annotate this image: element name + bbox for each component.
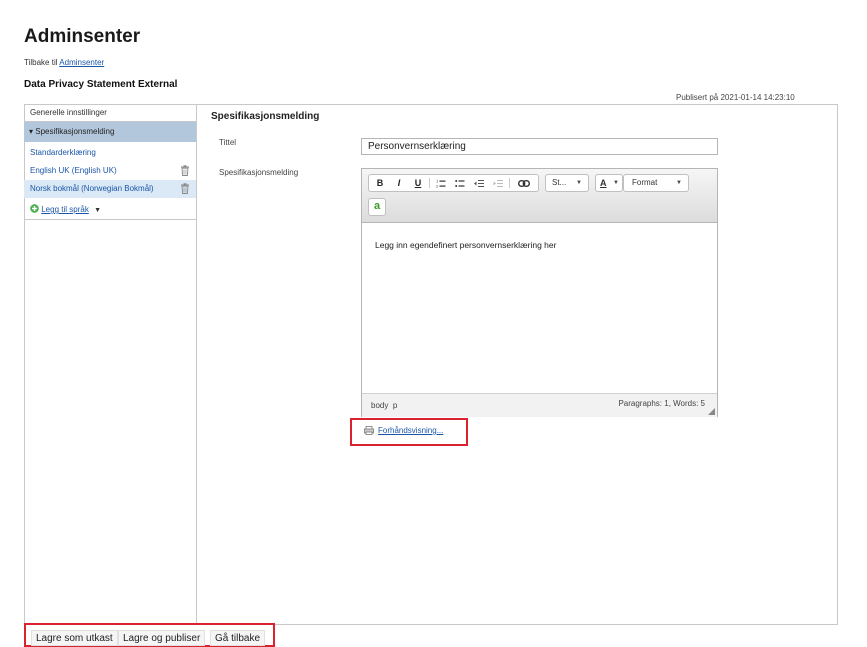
- published-timestamp: Publisert på 2021-01-14 14:23:10: [676, 93, 795, 102]
- preview-label: Forhåndsvisning...: [378, 426, 444, 435]
- preview-icon: [364, 426, 374, 436]
- save-draft-button[interactable]: Lagre som utkast: [31, 630, 118, 646]
- sidebar-item-general[interactable]: Generelle innstillinger: [24, 104, 196, 122]
- indent-icon[interactable]: [490, 175, 506, 191]
- numbered-list-icon[interactable]: 12: [433, 175, 449, 191]
- chevron-down-icon: ▼: [676, 180, 682, 186]
- underline-button[interactable]: U: [410, 175, 426, 191]
- spellcheck-icon: a: [373, 200, 381, 212]
- font-color-icon: A: [600, 178, 607, 188]
- editor-statusbar: body p Paragraphs: 1, Words: 5: [362, 393, 717, 417]
- bold-button[interactable]: B: [372, 175, 388, 191]
- editor-text: Legg inn egendefinert personvernserklæri…: [375, 240, 557, 250]
- editor-content[interactable]: Legg inn egendefinert personvernserklæri…: [362, 223, 717, 393]
- path-body[interactable]: body: [371, 401, 388, 410]
- path-p[interactable]: p: [393, 401, 397, 410]
- preview-highlight: Forhåndsvisning...: [350, 418, 468, 446]
- statement-title: Data Privacy Statement External: [24, 79, 178, 90]
- rich-text-editor: B I U 12 St... ▼ A ▼ Format ▼ a Legg inn…: [361, 168, 718, 417]
- resize-handle[interactable]: [708, 408, 715, 415]
- sidebar-item-norwegian[interactable]: Norsk bokmål (Norwegian Bokmål): [24, 180, 196, 198]
- breadcrumb-prefix: Tilbake til: [24, 58, 60, 67]
- sidebar-item-label: English UK (English UK): [30, 166, 117, 175]
- add-language-link[interactable]: Legg til språk: [41, 205, 89, 214]
- svg-text:2: 2: [436, 185, 438, 189]
- title-label: Tittel: [219, 138, 237, 147]
- sidebar: Generelle innstillinger ▾ Spesifikasjons…: [24, 104, 197, 625]
- bullet-list-icon[interactable]: [452, 175, 468, 191]
- svg-text:1: 1: [436, 180, 438, 184]
- page-title: Adminsenter: [24, 26, 141, 47]
- format-button-group: B I U 12: [368, 174, 539, 192]
- breadcrumb: Tilbake til Adminsenter: [24, 58, 104, 67]
- go-back-button[interactable]: Gå tilbake: [210, 630, 266, 646]
- styles-dropdown[interactable]: St... ▼: [545, 174, 589, 192]
- chevron-down-icon: ▼: [576, 180, 582, 186]
- word-count: Paragraphs: 1, Words: 5: [618, 399, 705, 408]
- format-label: Format: [632, 178, 658, 187]
- styles-label: St...: [552, 178, 567, 187]
- save-publish-button[interactable]: Lagre og publiser: [118, 630, 206, 646]
- format-dropdown[interactable]: Format ▼: [623, 174, 689, 192]
- message-label: Spesifikasjonsmelding: [219, 168, 299, 177]
- sidebar-item-standard[interactable]: Standarderklæring: [24, 144, 196, 162]
- chevron-down-icon[interactable]: ▼: [94, 207, 101, 214]
- sidebar-section-statement[interactable]: ▾ Spesifikasjonsmelding: [24, 122, 196, 142]
- panel-title: Spesifikasjonsmelding: [211, 111, 320, 122]
- font-color-dropdown[interactable]: A ▼: [595, 174, 623, 192]
- italic-button[interactable]: I: [391, 175, 407, 191]
- add-language-menu[interactable]: Legg til språk ▼: [24, 200, 196, 220]
- element-path: body p: [371, 401, 397, 410]
- sidebar-item-label: Norsk bokmål (Norwegian Bokmål): [30, 184, 154, 193]
- outdent-icon[interactable]: [471, 175, 487, 191]
- spellcheck-button[interactable]: a: [368, 198, 386, 216]
- editor-toolbar: B I U 12 St... ▼ A ▼ Format ▼ a: [362, 169, 717, 223]
- add-circle-icon: [30, 204, 39, 214]
- link-icon[interactable]: [514, 175, 534, 191]
- action-bar: Lagre som utkast Lagre og publiser Gå ti…: [24, 623, 275, 647]
- title-input[interactable]: [361, 138, 718, 155]
- preview-link[interactable]: Forhåndsvisning...: [364, 426, 444, 436]
- trash-icon[interactable]: [180, 183, 190, 201]
- back-to-admin-link[interactable]: Adminsenter: [59, 58, 104, 67]
- sidebar-item-english[interactable]: English UK (English UK): [24, 162, 196, 180]
- chevron-down-icon: ▼: [613, 180, 619, 186]
